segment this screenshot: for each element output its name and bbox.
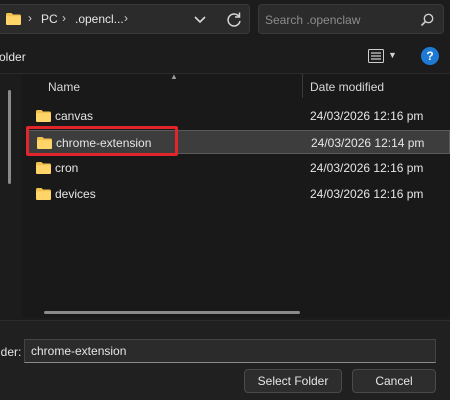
folder-icon (36, 188, 51, 200)
breadcrumb-pc[interactable]: PC (41, 12, 58, 26)
breadcrumb-openclaw[interactable]: .opencl... (75, 12, 124, 26)
file-name: devices (55, 187, 96, 201)
file-date: 24/03/2026 12:16 pm (310, 109, 424, 123)
search-box[interactable]: Search .openclaw (258, 4, 444, 34)
sort-ascending-icon: ▲ (170, 72, 178, 81)
search-placeholder: Search .openclaw (265, 13, 361, 27)
chevron-right-icon: › (28, 11, 32, 25)
help-icon[interactable]: ? (421, 47, 439, 65)
file-name: cron (55, 161, 79, 175)
folder-icon (36, 110, 51, 122)
address-bar[interactable]: › PC › .opencl... › (0, 4, 250, 34)
command-bar: older ▼ ? (0, 40, 450, 74)
folder-icon (36, 162, 51, 174)
column-header-name[interactable]: Name (48, 80, 80, 94)
nav-scrollbar[interactable] (8, 90, 11, 184)
navigation-bar: › PC › .opencl... › Search .openclaw (0, 0, 450, 40)
search-icon[interactable] (419, 12, 435, 28)
select-folder-button[interactable]: Select Folder (244, 369, 342, 393)
view-list-icon[interactable] (368, 49, 384, 63)
chevron-down-icon[interactable]: ▼ (388, 50, 397, 60)
column-divider[interactable] (302, 74, 303, 98)
list-header: ▲ Name Date modified (22, 72, 450, 98)
folder-name-input[interactable] (24, 339, 436, 363)
file-name: canvas (55, 109, 94, 123)
refresh-icon[interactable] (224, 10, 244, 30)
folder-row[interactable]: canvas 24/03/2026 12:16 pm (26, 104, 450, 128)
column-header-date[interactable]: Date modified (310, 80, 384, 94)
file-list: ▲ Name Date modified canvas 24/03/2026 1… (22, 72, 450, 318)
folder-row[interactable]: cron 24/03/2026 12:16 pm (26, 156, 450, 180)
folder-label: lder: (0, 345, 22, 359)
annotation-highlight-box (26, 126, 178, 156)
horizontal-scrollbar[interactable] (44, 311, 300, 314)
folder-row[interactable]: devices 24/03/2026 12:16 pm (26, 182, 450, 206)
file-date: 24/03/2026 12:14 pm (311, 136, 425, 150)
chevron-right-icon: › (124, 11, 128, 25)
chevron-right-icon: › (62, 11, 66, 25)
dialog-footer: lder: Select Folder Cancel (0, 320, 450, 400)
chevron-down-icon[interactable] (190, 11, 210, 29)
new-folder-button[interactable]: older (0, 50, 26, 64)
file-date: 24/03/2026 12:16 pm (310, 161, 424, 175)
cancel-button[interactable]: Cancel (352, 369, 436, 393)
folder-icon (6, 13, 21, 25)
file-date: 24/03/2026 12:16 pm (310, 187, 424, 201)
